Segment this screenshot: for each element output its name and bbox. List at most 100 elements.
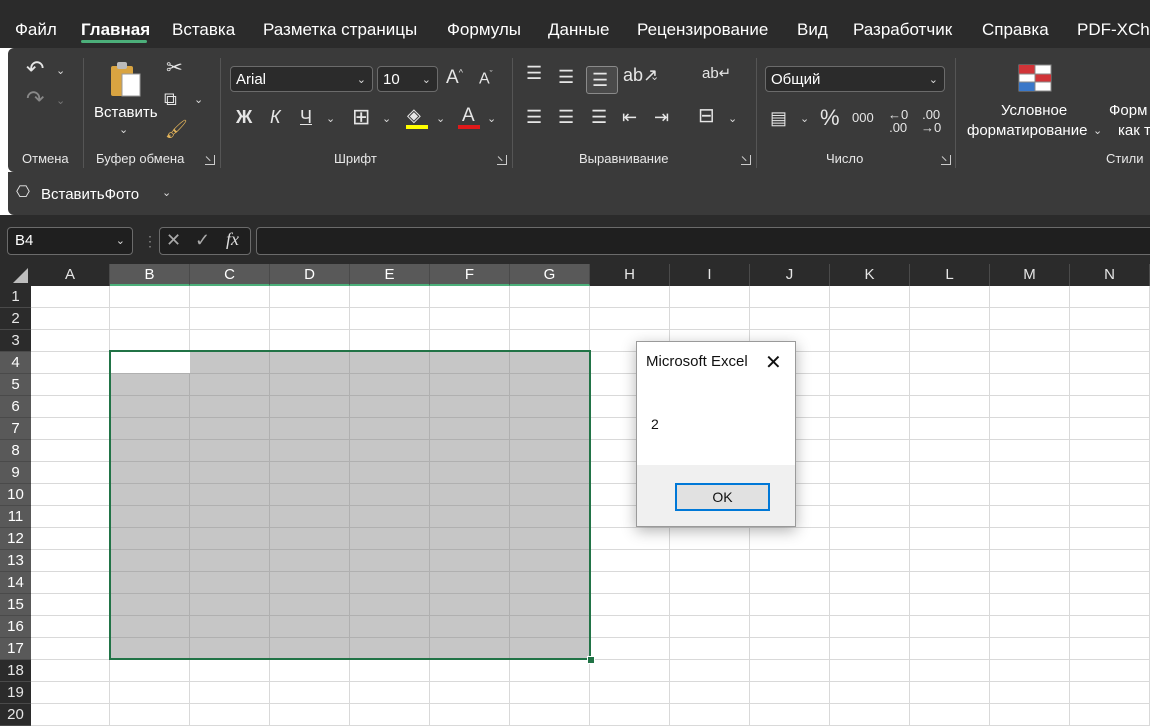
chevron-down-icon[interactable]: ⌄ bbox=[116, 228, 125, 254]
tab-view[interactable]: Вид bbox=[797, 20, 828, 40]
select-all-button[interactable] bbox=[0, 264, 31, 286]
merge-cells-icon[interactable]: ⊟ bbox=[698, 106, 715, 126]
font-color-dropdown-icon[interactable]: ⌄ bbox=[487, 112, 496, 125]
align-right-icon[interactable]: ☰ bbox=[591, 108, 607, 126]
column-header-k[interactable]: K bbox=[830, 264, 910, 286]
number-launcher-icon[interactable] bbox=[941, 155, 951, 165]
column-header-c[interactable]: C bbox=[190, 264, 270, 286]
close-icon[interactable]: ✕ bbox=[765, 350, 782, 375]
tab-review[interactable]: Рецензирование bbox=[637, 20, 768, 40]
row-header-2[interactable]: 2 bbox=[0, 308, 31, 330]
tab-help[interactable]: Справка bbox=[982, 20, 1049, 40]
underline-button[interactable]: Ч bbox=[300, 108, 312, 126]
clipboard-launcher-icon[interactable] bbox=[205, 155, 215, 165]
format-painter-icon[interactable]: 🖌 bbox=[165, 120, 188, 138]
row-header-1[interactable]: 1 bbox=[0, 286, 31, 308]
cut-icon[interactable]: ✂ bbox=[166, 58, 183, 78]
increase-font-size-icon[interactable]: A^ bbox=[446, 68, 463, 87]
fill-handle[interactable] bbox=[587, 656, 595, 664]
conditional-formatting-label-2[interactable]: форматирование bbox=[967, 122, 1087, 139]
decrease-font-size-icon[interactable]: Aˇ bbox=[479, 70, 493, 87]
formula-input[interactable] bbox=[256, 227, 1150, 255]
orientation-dropdown-icon[interactable]: ⌄ bbox=[650, 70, 659, 83]
tab-developer[interactable]: Разработчик bbox=[853, 20, 952, 40]
cancel-icon[interactable]: ✕ bbox=[166, 230, 181, 251]
redo-dropdown-icon[interactable]: ⌄ bbox=[56, 94, 65, 107]
tab-pdf-xchange[interactable]: PDF-XCha bbox=[1077, 20, 1150, 40]
column-header-m[interactable]: M bbox=[990, 264, 1070, 286]
increase-decimal-icon[interactable]: ←0.00 bbox=[888, 108, 908, 134]
conditional-formatting-icon[interactable] bbox=[1018, 64, 1052, 92]
column-header-i[interactable]: I bbox=[670, 264, 750, 286]
bold-button[interactable]: Ж bbox=[236, 108, 252, 126]
accounting-dropdown-icon[interactable]: ⌄ bbox=[800, 112, 809, 125]
ok-button[interactable]: OK bbox=[675, 483, 770, 511]
column-header-e[interactable]: E bbox=[350, 264, 430, 286]
row-header-14[interactable]: 14 bbox=[0, 572, 31, 594]
percent-button[interactable]: % bbox=[820, 107, 840, 129]
row-header-18[interactable]: 18 bbox=[0, 660, 31, 682]
copy-icon[interactable]: ⧉ bbox=[164, 90, 177, 108]
row-header-3[interactable]: 3 bbox=[0, 330, 31, 352]
column-header-l[interactable]: L bbox=[910, 264, 990, 286]
decrease-decimal-icon[interactable]: .00 →0 bbox=[921, 108, 941, 134]
insert-photo-macro-button[interactable]: ВставитьФото bbox=[41, 186, 139, 203]
name-box[interactable]: B4 ⌄ bbox=[7, 227, 133, 255]
undo-icon[interactable]: ↶ bbox=[26, 58, 44, 80]
font-size-select[interactable]: 10 ⌄ bbox=[377, 66, 438, 92]
row-header-12[interactable]: 12 bbox=[0, 528, 31, 550]
row-header-4[interactable]: 4 bbox=[0, 352, 31, 374]
borders-dropdown-icon[interactable]: ⌄ bbox=[382, 112, 391, 125]
row-header-11[interactable]: 11 bbox=[0, 506, 31, 528]
paste-dropdown-icon[interactable]: ⌄ bbox=[119, 123, 128, 136]
column-header-d[interactable]: D bbox=[270, 264, 350, 286]
conditional-formatting-dropdown-icon[interactable]: ⌄ bbox=[1093, 124, 1102, 137]
merge-dropdown-icon[interactable]: ⌄ bbox=[728, 112, 737, 125]
column-header-g[interactable]: G bbox=[510, 264, 590, 286]
copy-dropdown-icon[interactable]: ⌄ bbox=[194, 93, 203, 106]
column-header-f[interactable]: F bbox=[430, 264, 510, 286]
number-format-select[interactable]: Общий ⌄ bbox=[765, 66, 945, 92]
italic-button[interactable]: К bbox=[270, 108, 281, 126]
column-header-j[interactable]: J bbox=[750, 264, 830, 286]
row-header-10[interactable]: 10 bbox=[0, 484, 31, 506]
toolbar-dropdown-icon[interactable]: ⌄ bbox=[162, 186, 171, 199]
column-header-b[interactable]: B bbox=[110, 264, 190, 286]
font-name-select[interactable]: Arial ⌄ bbox=[230, 66, 373, 92]
row-header-8[interactable]: 8 bbox=[0, 440, 31, 462]
align-center-icon[interactable]: ☰ bbox=[558, 108, 574, 126]
wrap-text-icon[interactable]: ab↵ bbox=[702, 66, 731, 81]
thousands-separator-button[interactable]: 000 bbox=[852, 111, 874, 124]
row-header-9[interactable]: 9 bbox=[0, 462, 31, 484]
format-as-table-label-2[interactable]: как т bbox=[1118, 122, 1150, 139]
paste-button[interactable]: Вставить bbox=[94, 104, 158, 121]
tab-formulas[interactable]: Формулы bbox=[447, 20, 521, 40]
column-header-h[interactable]: H bbox=[590, 264, 670, 286]
row-header-16[interactable]: 16 bbox=[0, 616, 31, 638]
borders-icon[interactable]: ⊞ bbox=[352, 106, 370, 128]
tab-file[interactable]: Файл bbox=[15, 20, 57, 40]
row-header-6[interactable]: 6 bbox=[0, 396, 31, 418]
row-header-7[interactable]: 7 bbox=[0, 418, 31, 440]
increase-indent-icon[interactable]: ⇥ bbox=[654, 108, 669, 126]
conditional-formatting-label-1[interactable]: Условное bbox=[1001, 102, 1067, 119]
tab-page-layout[interactable]: Разметка страницы bbox=[263, 20, 417, 40]
column-header-a[interactable]: A bbox=[31, 264, 110, 286]
insert-function-icon[interactable]: fx bbox=[226, 229, 239, 250]
row-header-19[interactable]: 19 bbox=[0, 682, 31, 704]
alignment-launcher-icon[interactable] bbox=[741, 155, 751, 165]
worksheet-grid[interactable]: ABCDEFGHIJKLMN 1 2 3 4 5 6 7 8 9 10 11 12 13 14 15 16 17… bbox=[0, 264, 1150, 726]
tab-insert[interactable]: Вставка bbox=[172, 20, 235, 40]
font-color-icon[interactable]: A bbox=[462, 106, 475, 125]
row-header-17[interactable]: 17 bbox=[0, 638, 31, 660]
enter-icon[interactable]: ✓ bbox=[195, 230, 210, 251]
accounting-format-icon[interactable]: ▤ bbox=[770, 109, 787, 127]
row-header-15[interactable]: 15 bbox=[0, 594, 31, 616]
more-options-icon[interactable]: ⋮ bbox=[143, 233, 157, 250]
format-as-table-label-1[interactable]: Форм bbox=[1109, 102, 1147, 119]
paste-icon[interactable] bbox=[108, 60, 144, 100]
column-header-n[interactable]: N bbox=[1070, 264, 1150, 286]
row-header-20[interactable]: 20 bbox=[0, 704, 31, 726]
decrease-indent-icon[interactable]: ⇤ bbox=[622, 108, 637, 126]
font-launcher-icon[interactable] bbox=[497, 155, 507, 165]
